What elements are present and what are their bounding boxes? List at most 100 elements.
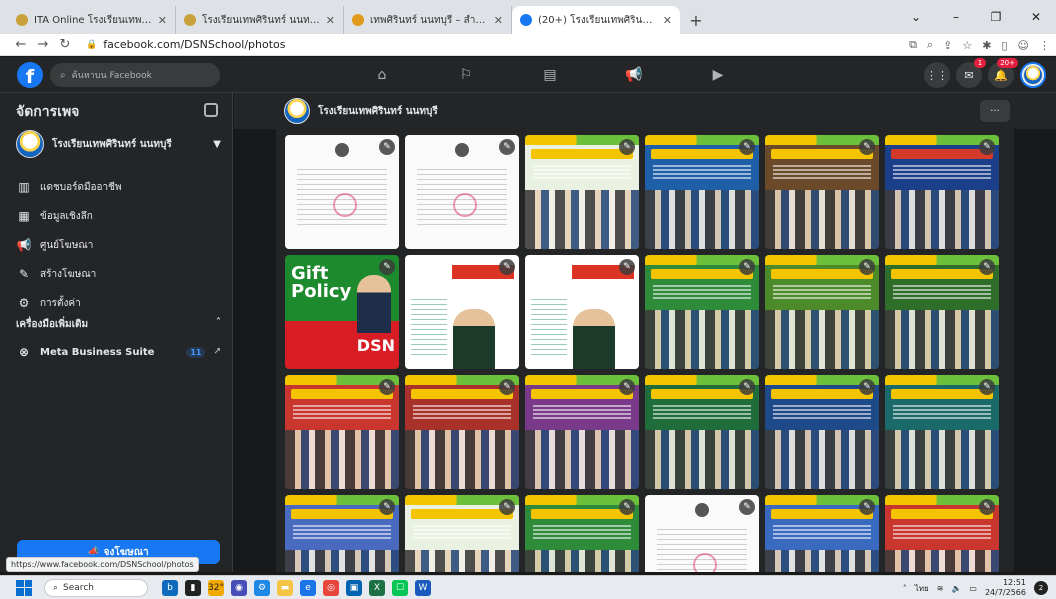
edit-pencil-icon[interactable]: ✎ xyxy=(859,139,875,155)
more-options-button[interactable]: ··· xyxy=(980,100,1010,122)
side-panel-icon[interactable]: ▯ xyxy=(1001,39,1007,52)
photo-thumbnail[interactable]: ✎ xyxy=(285,135,399,249)
account-avatar[interactable] xyxy=(1020,62,1046,88)
minimize-button[interactable]: – xyxy=(936,0,976,34)
url-field[interactable]: 🔒 facebook.com/DSNSchool/photos xyxy=(86,38,286,51)
photo-thumbnail[interactable]: ✎ xyxy=(525,255,639,369)
edge-icon[interactable]: e xyxy=(300,579,316,596)
edit-pencil-icon[interactable]: ✎ xyxy=(979,499,995,515)
page-header-name[interactable]: โรงเรียนเทพศิรินทร์ นนทบุรี xyxy=(318,104,438,119)
edit-pencil-icon[interactable]: ✎ xyxy=(739,379,755,395)
home-icon[interactable]: ⌂ xyxy=(340,57,424,93)
edit-pencil-icon[interactable]: ✎ xyxy=(499,379,515,395)
edit-pencil-icon[interactable]: ✎ xyxy=(739,139,755,155)
photo-thumbnail[interactable]: ✎ xyxy=(765,495,879,572)
star-icon[interactable]: ☆ xyxy=(962,39,972,52)
photo-thumbnail[interactable]: ✎ xyxy=(885,255,999,369)
edit-pencil-icon[interactable]: ✎ xyxy=(619,499,635,515)
edit-pencil-icon[interactable]: ✎ xyxy=(379,259,395,275)
photo-thumbnail[interactable]: ✎ xyxy=(405,375,519,489)
sidebar-item[interactable]: ⚙ การตั้งค่า xyxy=(16,291,221,315)
edit-pencil-icon[interactable]: ✎ xyxy=(499,139,515,155)
sidebar-item[interactable]: ▦ ข้อมูลเชิงลึก xyxy=(16,204,221,228)
teams-icon[interactable]: ◉ xyxy=(231,579,247,596)
edit-pencil-icon[interactable]: ✎ xyxy=(379,139,395,155)
close-tab-icon[interactable]: ✕ xyxy=(494,14,503,27)
photo-thumbnail[interactable]: ✎ xyxy=(765,375,879,489)
battery-icon[interactable]: ▭ xyxy=(969,584,977,593)
photo-thumbnail[interactable]: ✎ xyxy=(885,375,999,489)
word-icon[interactable]: W xyxy=(415,579,431,596)
forward-button[interactable]: → xyxy=(32,37,54,52)
edit-pencil-icon[interactable]: ✎ xyxy=(859,259,875,275)
menu-icon[interactable]: ⋮ xyxy=(1039,39,1050,52)
facebook-logo[interactable]: f xyxy=(17,62,43,88)
photo-thumbnail[interactable]: ✎ xyxy=(645,375,759,489)
zoom-icon[interactable]: ⌕ xyxy=(927,38,933,52)
excel-icon[interactable]: X xyxy=(369,579,385,596)
edit-pencil-icon[interactable]: ✎ xyxy=(859,499,875,515)
photo-thumbnail[interactable]: ✎ xyxy=(885,135,999,249)
tab-search-icon[interactable]: ⌄ xyxy=(896,0,936,34)
apps-grid-button[interactable]: ⋮⋮ xyxy=(924,62,950,88)
profile-icon[interactable]: ☺ xyxy=(1018,39,1029,52)
line-icon[interactable]: ☐ xyxy=(392,579,408,596)
start-button[interactable] xyxy=(16,579,32,596)
photo-thumbnail[interactable]: ✎ xyxy=(645,495,759,572)
edit-pencil-icon[interactable]: ✎ xyxy=(739,259,755,275)
photo-thumbnail[interactable]: ✎ xyxy=(405,495,519,572)
restore-button[interactable]: ❐ xyxy=(976,0,1016,34)
edit-pencil-icon[interactable]: ✎ xyxy=(619,259,635,275)
taskbar-search[interactable]: ⌕ Search xyxy=(44,578,148,597)
photo-thumbnail[interactable]: ✎ xyxy=(525,495,639,572)
photo-thumbnail[interactable]: ✎ xyxy=(765,255,879,369)
photo-thumbnail[interactable]: ✎ xyxy=(885,495,999,572)
store-icon[interactable]: ▣ xyxy=(346,579,362,596)
browser-tab[interactable]: โรงเรียนเทพศิรินทร์ นนทบุรี | Debsir ✕ xyxy=(176,6,344,34)
photo-thumbnail[interactable]: ✎ xyxy=(765,135,879,249)
photo-thumbnail[interactable]: ✎ xyxy=(645,135,759,249)
new-tab-button[interactable]: + xyxy=(684,6,708,34)
photo-thumbnail[interactable]: ✎ xyxy=(285,375,399,489)
reload-button[interactable]: ↻ xyxy=(54,37,76,52)
notification-center-badge[interactable]: 2 xyxy=(1034,581,1048,595)
photo-thumbnail[interactable]: ✎ xyxy=(645,255,759,369)
notifications-button[interactable]: 🔔 20+ xyxy=(988,58,1018,88)
clock[interactable]: 12:51 24/7/2566 xyxy=(985,578,1026,598)
messenger-button[interactable]: ✉ 1 xyxy=(956,58,986,88)
edit-pencil-icon[interactable]: ✎ xyxy=(979,259,995,275)
page-switcher[interactable]: โรงเรียนเทพศิรินทร์ นนทบุรี ▼ xyxy=(16,129,221,159)
photo-thumbnail[interactable]: Gift Policy DSN ✎ xyxy=(285,255,399,369)
back-button[interactable]: ← xyxy=(10,37,32,52)
page-header-logo[interactable] xyxy=(284,98,310,124)
close-tab-icon[interactable]: ✕ xyxy=(326,14,335,27)
meta-business-suite-link[interactable]: ⊗ Meta Business Suite 11 ↗ xyxy=(16,341,221,363)
extensions-icon[interactable]: ✱ xyxy=(982,39,991,52)
widgets-icon[interactable]: b xyxy=(162,579,178,596)
more-tools-section[interactable]: เครื่องมือเพิ่มเติม ˄ xyxy=(16,317,221,332)
share-icon[interactable]: ⇪ xyxy=(943,39,952,52)
edit-pencil-icon[interactable]: ✎ xyxy=(499,259,515,275)
language-indicator[interactable]: ไทย xyxy=(915,582,929,595)
lock-icon[interactable]: 🔒 xyxy=(86,40,97,50)
photo-thumbnail[interactable]: ✎ xyxy=(525,135,639,249)
photo-thumbnail[interactable]: ✎ xyxy=(405,135,519,249)
edit-pencil-icon[interactable]: ✎ xyxy=(619,139,635,155)
browser-tab[interactable]: (20+) โรงเรียนเทพศิรินทร์ นนทบุรี | Fa ✕ xyxy=(512,6,680,34)
edit-pencil-icon[interactable]: ✎ xyxy=(499,499,515,515)
edit-pencil-icon[interactable]: ✎ xyxy=(859,379,875,395)
edit-pencil-icon[interactable]: ✎ xyxy=(379,499,395,515)
megaphone-icon[interactable]: 📢 xyxy=(592,57,676,93)
sidebar-item[interactable]: ✎ สร้างโฆษณา xyxy=(16,262,221,286)
wifi-icon[interactable]: ≋ xyxy=(937,584,944,593)
screenshot-icon[interactable]: ⧉ xyxy=(909,38,917,52)
close-window-button[interactable]: ✕ xyxy=(1016,0,1056,34)
browser-tab[interactable]: ITA Online โรงเรียนเทพศิรินทร์ นนทบุ ✕ xyxy=(8,6,176,34)
close-tab-icon[interactable]: ✕ xyxy=(663,14,672,27)
settings-app-icon[interactable]: ⚙ xyxy=(254,579,270,596)
sidebar-item[interactable]: 📢 ศูนย์โฆษณา xyxy=(16,233,221,257)
edit-pencil-icon[interactable]: ✎ xyxy=(739,499,755,515)
close-tab-icon[interactable]: ✕ xyxy=(158,14,167,27)
photo-thumbnail[interactable]: ✎ xyxy=(405,255,519,369)
task-view-icon[interactable]: ▮ xyxy=(185,579,201,596)
